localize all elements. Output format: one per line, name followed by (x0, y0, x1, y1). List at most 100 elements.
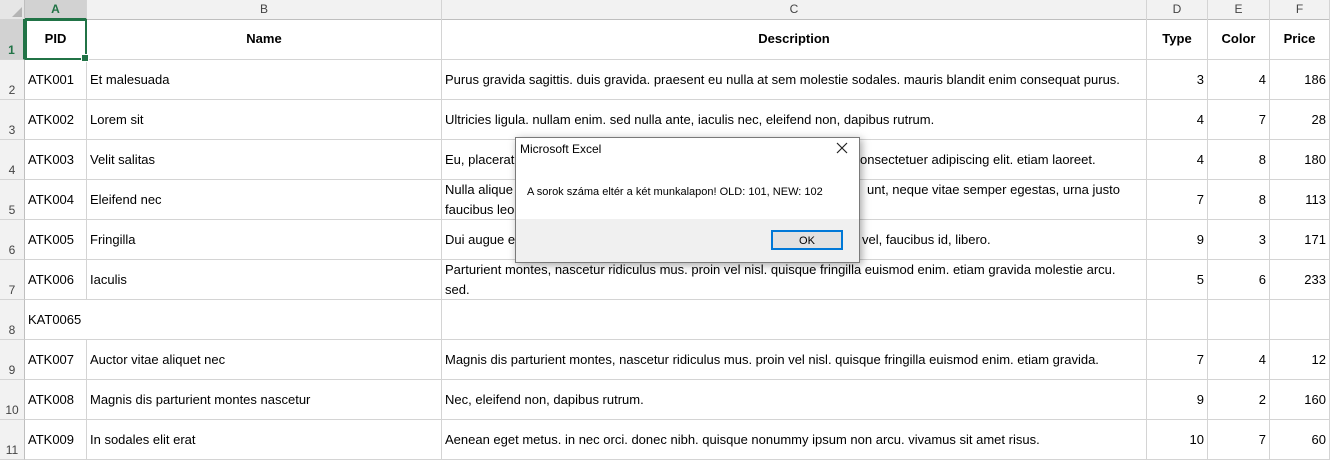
cell-price[interactable]: 12 (1270, 340, 1330, 380)
cell-color[interactable]: 6 (1208, 260, 1270, 300)
cell-pid[interactable]: ATK009 (25, 420, 87, 460)
row-number: 6 (8, 243, 16, 257)
column-header-e[interactable]: E (1208, 0, 1270, 19)
cell-type[interactable]: 7 (1147, 180, 1208, 220)
header-cell-color[interactable]: Color (1208, 19, 1270, 60)
column-header-d[interactable]: D (1147, 0, 1208, 19)
row-number: 8 (8, 323, 16, 337)
cell-name[interactable]: In sodales elit erat (87, 420, 442, 460)
row-number: 4 (8, 163, 16, 177)
cell-color[interactable]: 7 (1208, 100, 1270, 140)
cell-price[interactable]: 60 (1270, 420, 1330, 460)
cell-price[interactable]: 171 (1270, 220, 1330, 260)
row-header-3[interactable]: 3 (0, 100, 25, 140)
select-all-corner[interactable] (0, 0, 25, 19)
row-header-10[interactable]: 10 (0, 380, 25, 420)
cell-name[interactable]: Velit salitas (87, 140, 442, 180)
row-header-1[interactable]: 1 (0, 19, 25, 60)
cell-pid-overflow[interactable]: KAT0065 (25, 300, 442, 340)
description-text-visible-right: unt, neque vitae semper egestas, urna ju… (867, 182, 1120, 197)
cell-pid[interactable]: ATK005 (25, 220, 87, 260)
description-text-visible-right: vel, faucibus id, libero. (862, 232, 991, 247)
column-header-f[interactable]: F (1270, 0, 1330, 19)
description-text-visible-left-line2: faucibus leo (445, 202, 515, 217)
header-cell-pid[interactable]: PID (25, 19, 87, 60)
close-icon[interactable] (829, 140, 855, 160)
row-header-2[interactable]: 2 (0, 60, 25, 100)
header-cell-name[interactable]: Name (87, 19, 442, 60)
cell-color[interactable] (1208, 300, 1270, 340)
cell-description[interactable]: Magnis dis parturient montes, nascetur r… (442, 340, 1147, 380)
cell-type[interactable] (1147, 300, 1208, 340)
column-header-a[interactable]: A (25, 0, 87, 20)
cell-price[interactable]: 113 (1270, 180, 1330, 220)
cell-type[interactable]: 9 (1147, 220, 1208, 260)
column-header-c[interactable]: C (442, 0, 1147, 19)
cell-price[interactable]: 186 (1270, 60, 1330, 100)
cell-pid[interactable]: ATK004 (25, 180, 87, 220)
row-header-9[interactable]: 9 (0, 340, 25, 380)
cell-type[interactable]: 9 (1147, 380, 1208, 420)
cell-name[interactable]: Magnis dis parturient montes nascetur (87, 380, 442, 420)
cell-pid[interactable]: ATK001 (25, 60, 87, 100)
row-header-8[interactable]: 8 (0, 300, 25, 340)
cell-description[interactable]: Aenean eget metus. in nec orci. donec ni… (442, 420, 1147, 460)
cell-price[interactable]: 233 (1270, 260, 1330, 300)
header-cell-price[interactable]: Price (1270, 19, 1330, 60)
cell-color[interactable]: 3 (1208, 220, 1270, 260)
column-header-b[interactable]: B (87, 0, 442, 19)
header-cell-description[interactable]: Description (442, 19, 1147, 60)
close-x-glyph (836, 142, 848, 154)
cell-type[interactable]: 5 (1147, 260, 1208, 300)
cell-pid[interactable]: ATK002 (25, 100, 87, 140)
row-number: 10 (5, 403, 19, 417)
cell-color[interactable]: 2 (1208, 380, 1270, 420)
cell-description[interactable]: Parturient montes, nascetur ridiculus mu… (442, 260, 1147, 300)
cell-color[interactable]: 4 (1208, 340, 1270, 380)
cell-description[interactable] (442, 300, 1147, 340)
cell-pid[interactable]: ATK003 (25, 140, 87, 180)
cell-price[interactable]: 160 (1270, 380, 1330, 420)
cell-color[interactable]: 8 (1208, 180, 1270, 220)
row-header-6[interactable]: 6 (0, 220, 25, 260)
row-number: 2 (8, 83, 16, 97)
cell-type[interactable]: 7 (1147, 340, 1208, 380)
cell-price[interactable] (1270, 300, 1330, 340)
cell-price[interactable]: 180 (1270, 140, 1330, 180)
cell-pid[interactable]: ATK008 (25, 380, 87, 420)
cell-name[interactable]: Fringilla (87, 220, 442, 260)
cell-name[interactable]: Auctor vitae aliquet nec (87, 340, 442, 380)
cell-description[interactable]: Purus gravida sagittis. duis gravida. pr… (442, 60, 1147, 100)
dialog-title: Microsoft Excel (520, 142, 602, 156)
cell-description[interactable]: Ultricies ligula. nullam enim. sed nulla… (442, 100, 1147, 140)
cell-name[interactable]: Et malesuada (87, 60, 442, 100)
cell-type[interactable]: 3 (1147, 60, 1208, 100)
row-header-7[interactable]: 7 (0, 260, 25, 300)
cell-name[interactable]: Iaculis (87, 260, 442, 300)
row-number: 7 (8, 283, 16, 297)
row-header-4[interactable]: 4 (0, 140, 25, 180)
cell-description[interactable]: Nec, eleifend non, dapibus rutrum. (442, 380, 1147, 420)
cell-name[interactable]: Lorem sit (87, 100, 442, 140)
cell-type[interactable]: 10 (1147, 420, 1208, 460)
header-cell-type[interactable]: Type (1147, 19, 1208, 60)
row-number: 5 (8, 203, 16, 217)
cell-type[interactable]: 4 (1147, 100, 1208, 140)
cell-color[interactable]: 8 (1208, 140, 1270, 180)
row-header-5[interactable]: 5 (0, 180, 25, 220)
cell-color[interactable]: 4 (1208, 60, 1270, 100)
cell-type[interactable]: 4 (1147, 140, 1208, 180)
row-number: 9 (8, 363, 16, 377)
ok-button[interactable]: OK (771, 230, 843, 250)
row-number: 3 (8, 123, 16, 137)
cell-color[interactable]: 7 (1208, 420, 1270, 460)
cell-price[interactable]: 28 (1270, 100, 1330, 140)
cell-pid[interactable]: ATK006 (25, 260, 87, 300)
cell-name[interactable]: Eleifend nec (87, 180, 442, 220)
dialog-message: A sorok száma eltér a két munkalapon! OL… (527, 186, 823, 198)
cell-pid[interactable]: ATK007 (25, 340, 87, 380)
cell-pid-text: KAT0065 (28, 312, 82, 327)
row-header-11[interactable]: 11 (0, 420, 25, 460)
row-number: 11 (5, 443, 19, 457)
description-text-visible-left: Eu, placerat (445, 152, 515, 167)
